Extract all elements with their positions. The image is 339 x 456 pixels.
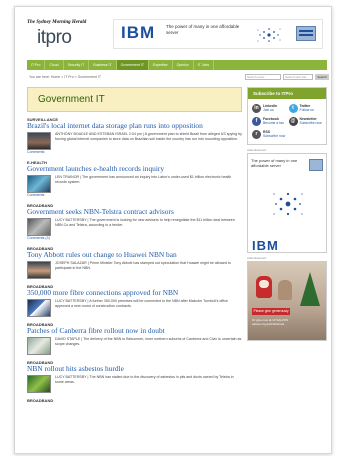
article-headline[interactable]: Brazil's local internet data storage pla… bbox=[27, 122, 242, 130]
subscribe-rss[interactable]: r RSS Subscribe now bbox=[252, 130, 286, 139]
dots-graphic-icon bbox=[273, 192, 303, 216]
main-nav: IT Pro Cloud Security IT Business IT Gov… bbox=[27, 60, 327, 70]
top-ad-banner[interactable]: IBM The power of many in one affordable … bbox=[113, 19, 323, 49]
article-item: E-HEALTH Government launches e-health re… bbox=[27, 160, 242, 198]
article-item: BROADBAND 350,000 more fibre connections… bbox=[27, 284, 242, 317]
comments-link[interactable]: Comments bbox=[27, 193, 242, 198]
subscribe-item-action[interactable]: Subscribe now bbox=[263, 134, 285, 138]
article-summary: LUCY BATTERSBY | The government is looki… bbox=[55, 218, 235, 227]
article-headline[interactable]: 350,000 more fibre connections approved … bbox=[27, 289, 242, 297]
article-headline[interactable]: Tony Abbott rules out change to Huawei N… bbox=[27, 251, 242, 259]
subscribe-item-action[interactable]: Follow us bbox=[300, 108, 314, 112]
article-headline[interactable]: NBN rollout hits asbestos hurdle bbox=[27, 365, 242, 373]
santa-figure bbox=[256, 276, 272, 298]
main-column: Government IT SURVEILLANCE Brazil's loca… bbox=[27, 87, 242, 453]
ibm-side-ad[interactable]: The power of many in one affordable serv… bbox=[247, 153, 327, 253]
article-headline[interactable]: Government launches e-health records inq… bbox=[27, 165, 242, 173]
breadcrumb[interactable]: You are here: Home > IT Pro > Government… bbox=[29, 75, 101, 79]
article-summary: ANTHONY BOADLE AND ESTEBAN ISRAEL 2:04 p… bbox=[55, 132, 242, 141]
nav-item-expertise[interactable]: Expertise bbox=[149, 60, 173, 70]
search-web-field[interactable]: Search web site bbox=[283, 74, 313, 80]
publisher-logo[interactable]: The Sydney Morning Herald bbox=[27, 20, 86, 25]
advertisement-label: Advertisement bbox=[247, 256, 267, 260]
advertisement-label: Advertisement bbox=[247, 148, 267, 152]
article-thumbnail[interactable] bbox=[27, 375, 51, 393]
dots-graphic-icon bbox=[257, 28, 281, 42]
article-summary: LEN TRAINOR | The government has announc… bbox=[55, 175, 232, 184]
page: The Sydney Morning Herald itpro IBM The … bbox=[14, 6, 332, 454]
article-thumbnail[interactable] bbox=[27, 218, 51, 236]
nav-item-opinion[interactable]: Opinion bbox=[173, 60, 194, 70]
article-headline[interactable]: Government seeks NBN-Telstra contract ad… bbox=[27, 208, 242, 216]
give-generously-button[interactable]: Please give generously bbox=[252, 308, 290, 315]
ibm-logo: IBM bbox=[121, 23, 156, 42]
nav-item-cloud[interactable]: Cloud bbox=[45, 60, 64, 70]
article-thumbnail[interactable] bbox=[27, 175, 51, 193]
nav-item-security[interactable]: Security IT bbox=[64, 60, 90, 70]
article-headline[interactable]: Patches of Canberra fibre rollout now in… bbox=[27, 327, 242, 335]
subscribe-item-action[interactable]: Subscribe now bbox=[300, 121, 322, 125]
nav-item-government[interactable]: Government IT bbox=[116, 60, 149, 70]
article-item: BROADBAND Tony Abbott rules out change t… bbox=[27, 246, 242, 279]
subscribe-newsletter[interactable]: @ Newsletter Subscribe now bbox=[288, 117, 323, 126]
itpro-logo[interactable]: itpro bbox=[37, 27, 72, 49]
article-thumbnail[interactable] bbox=[27, 299, 51, 317]
article-item: SURVEILLANCE Brazil's local internet dat… bbox=[27, 117, 242, 155]
article-item: BROADBAND Patches of Canberra fibre roll… bbox=[27, 322, 242, 355]
person-figure bbox=[278, 280, 292, 300]
subscribe-item-action[interactable]: Join us bbox=[263, 108, 277, 112]
newsletter-icon: @ bbox=[288, 117, 298, 126]
xmas-ad-text: Or give now at 13 SALVOS salvos.org.au/C… bbox=[252, 318, 289, 326]
article-item: BROADBAND bbox=[27, 398, 242, 403]
nav-item-jobs[interactable]: IT Jobs bbox=[194, 60, 215, 70]
christmas-tree-icon bbox=[300, 272, 320, 306]
article-item: BROADBAND NBN rollout hits asbestos hurd… bbox=[27, 360, 242, 393]
subscribe-linkedin[interactable]: in LinkedIn Join us bbox=[252, 104, 286, 113]
subscribe-item-action[interactable]: Become a fan bbox=[263, 121, 284, 125]
section-title: Government IT bbox=[27, 87, 242, 112]
article-summary: JOSEPH SALAZAR | Prime Minister Tony Abb… bbox=[55, 261, 232, 270]
sidebar: Subscribe to ITPro in LinkedIn Join us t … bbox=[247, 87, 327, 453]
top-ad-tagline: The power of many in one affordable serv… bbox=[166, 24, 240, 35]
nav-item-business[interactable]: Business IT bbox=[89, 60, 117, 70]
article-summary: LUCY BATTERSBY | A further 350,000 premi… bbox=[55, 299, 228, 308]
facebook-icon: f bbox=[252, 117, 261, 126]
ibm-logo: IBM bbox=[252, 238, 279, 253]
nav-item-itpro[interactable]: IT Pro bbox=[27, 60, 46, 70]
comments-link[interactable]: Comments bbox=[27, 150, 242, 155]
twitter-icon: t bbox=[288, 104, 298, 113]
subscribe-title: Subscribe to ITPro bbox=[248, 88, 326, 99]
salvos-christmas-ad[interactable]: Please give generously Or give now at 13… bbox=[247, 261, 327, 341]
linkedin-icon: in bbox=[252, 104, 261, 113]
article-summary: LUCY BATTERSBY | The NBN has stalled due… bbox=[55, 375, 234, 384]
article-thumbnail[interactable] bbox=[27, 261, 51, 279]
article-thumbnail[interactable] bbox=[27, 132, 51, 150]
comments-link[interactable]: Comments (4) bbox=[27, 236, 242, 241]
article-kicker[interactable]: BROADBAND bbox=[27, 398, 242, 403]
subscribe-box: Subscribe to ITPro in LinkedIn Join us t … bbox=[247, 87, 327, 145]
search-news-field[interactable]: Search news bbox=[245, 74, 281, 80]
side-ad-tagline: The power of many in one affordable serv… bbox=[251, 158, 298, 168]
article-item: BROADBAND Government seeks NBN-Telstra c… bbox=[27, 203, 242, 241]
server-icon bbox=[309, 159, 323, 171]
subscribe-twitter[interactable]: t Twitter Follow us bbox=[288, 104, 323, 113]
rss-icon: r bbox=[252, 130, 261, 139]
server-icon bbox=[296, 26, 316, 41]
search-button[interactable]: Search bbox=[315, 74, 329, 80]
article-summary: DAVID STAPLE | The delivery of the NBN t… bbox=[55, 337, 242, 346]
article-thumbnail[interactable] bbox=[27, 337, 51, 355]
subscribe-facebook[interactable]: f Facebook Become a fan bbox=[252, 117, 286, 126]
